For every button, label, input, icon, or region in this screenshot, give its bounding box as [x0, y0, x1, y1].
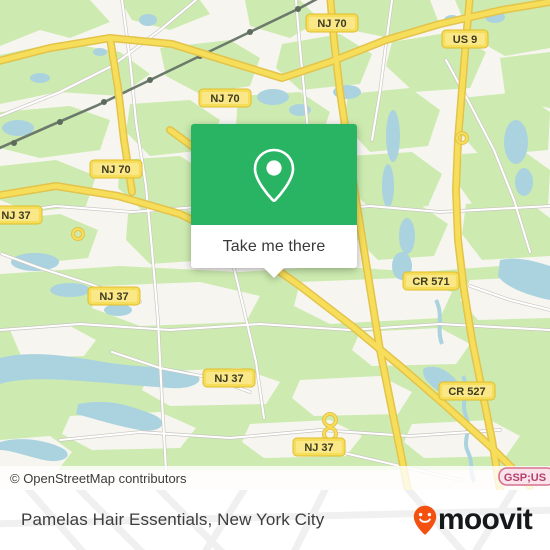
road-shield-nj37-a: NJ 37: [0, 205, 43, 225]
popup-action-bar[interactable]: Take me there: [191, 225, 357, 278]
svg-text:NJ 37: NJ 37: [99, 291, 128, 303]
road-shield-nj70-mid: NJ 70: [198, 88, 252, 108]
svg-text:US 9: US 9: [453, 34, 477, 46]
popup-pin-area: [191, 124, 357, 225]
svg-text:GSP;US: GSP;US: [504, 472, 546, 484]
destination-popup[interactable]: Take me there: [191, 124, 357, 278]
take-me-there-label: Take me there: [222, 237, 326, 255]
svg-text:CR 571: CR 571: [412, 276, 449, 288]
road-shield-cr571: CR 571: [402, 271, 460, 291]
footer-bar: Pamelas Hair Essentials, New York City m…: [0, 490, 550, 550]
svg-text:NJ 37: NJ 37: [304, 442, 333, 454]
svg-text:NJ 70: NJ 70: [317, 18, 346, 30]
osm-attribution-text[interactable]: © OpenStreetMap contributors: [0, 471, 187, 486]
map-pin-icon: [253, 148, 295, 202]
road-shield-nj37-b: NJ 37: [87, 286, 141, 306]
svg-text:NJ 37: NJ 37: [214, 373, 243, 385]
road-shield-nj70-left: NJ 70: [89, 159, 143, 179]
place-title: Pamelas Hair Essentials, New York City: [21, 510, 325, 529]
svg-text:NJ 37: NJ 37: [1, 210, 30, 222]
moovit-wordmark: moovit: [437, 503, 533, 536]
moovit-pin-icon: [413, 505, 437, 535]
svg-text:CR 527: CR 527: [448, 386, 485, 398]
road-shield-nj70-top: NJ 70: [305, 13, 359, 33]
popup-pointer: [263, 267, 285, 278]
svg-text:NJ 70: NJ 70: [101, 164, 130, 176]
road-shield-nj37-d: NJ 37: [292, 437, 346, 457]
svg-text:NJ 70: NJ 70: [210, 93, 239, 105]
road-shield-nj37-c: NJ 37: [202, 368, 256, 388]
map-screen: NJ 70 US 9 NJ 70 NJ 70 NJ 37 NJ 37 CR 57…: [0, 0, 550, 550]
map-attribution-bar: © OpenStreetMap contributors: [0, 466, 550, 490]
road-shield-us9: US 9: [441, 29, 489, 49]
road-shield-cr527: CR 527: [438, 381, 496, 401]
road-shield-gsp: GSP;US: [498, 467, 550, 486]
moovit-logo[interactable]: moovit: [413, 503, 533, 536]
